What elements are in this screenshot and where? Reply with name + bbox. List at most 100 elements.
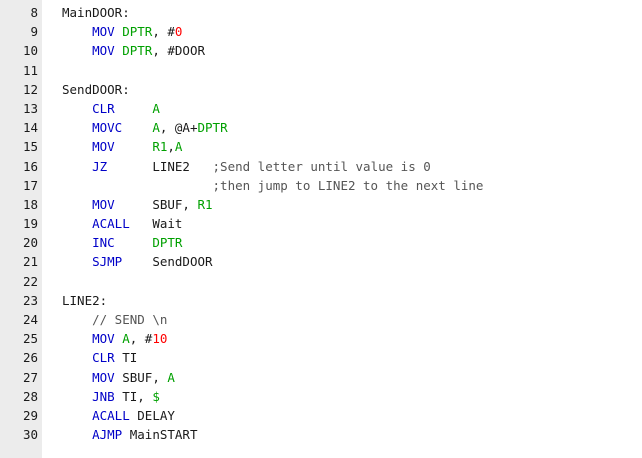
code-label: MainDOOR: (62, 5, 130, 20)
code-text: // SEND \n (62, 310, 167, 329)
code-plain (62, 197, 92, 212)
line-number: 14 (22, 120, 38, 136)
code-editor[interactable]: 8 MainDOOR: 9 MOV DPTR, #0 10 MOV DPTR, #DO… (0, 0, 642, 458)
code-plain: SendDOOR (122, 254, 213, 270)
line-number: 15 (22, 139, 38, 155)
code-plain (62, 24, 92, 39)
code-number: 10 (152, 331, 168, 347)
code-plain (62, 370, 92, 385)
code-keyword: AJMP (92, 427, 123, 443)
line-number: 29 (22, 407, 38, 423)
code-line[interactable]: 24 // SEND \n (0, 310, 642, 329)
code-plain (62, 350, 92, 365)
code-plain (62, 427, 92, 442)
code-line[interactable]: 13 CLR A (0, 99, 642, 118)
code-keyword: MOV (92, 139, 115, 155)
code-text: MOV R1,A (62, 137, 182, 156)
code-line[interactable]: 16 JZ LINE2 ;Send letter until value is … (0, 157, 642, 176)
code-line[interactable]: 12 SendDOOR: (0, 80, 642, 99)
code-plain: TI, (114, 388, 153, 404)
code-plain: , #DOOR (152, 43, 206, 59)
code-register: DPTR (197, 120, 228, 136)
line-number: 11 (22, 62, 38, 78)
code-line[interactable]: 9 MOV DPTR, #0 (0, 22, 642, 41)
line-number: 21 (22, 254, 38, 270)
line-number: 9 (30, 24, 38, 40)
code-plain: TI (114, 350, 138, 366)
code-text: INC DPTR (62, 233, 182, 252)
code-plain (62, 331, 92, 346)
line-number: 16 (22, 158, 38, 174)
code-keyword: MOVC (92, 120, 123, 136)
code-text: MOV DPTR, #DOOR (62, 41, 205, 60)
code-comment: // SEND \n (92, 312, 168, 327)
code-number: 0 (174, 24, 183, 40)
code-plain (62, 43, 92, 58)
code-keyword: MOV (92, 331, 115, 347)
code-line[interactable]: 30 AJMP MainSTART (0, 425, 642, 444)
code-plain (115, 139, 153, 154)
code-line[interactable]: 8 MainDOOR: (0, 3, 642, 22)
line-number: 19 (22, 216, 38, 232)
code-text: MOV SBUF, A (62, 368, 175, 387)
line-number: 17 (22, 177, 38, 193)
code-plain (62, 254, 92, 269)
line-number: 25 (22, 331, 38, 347)
code-keyword: MOV (92, 24, 115, 40)
code-plain (62, 101, 92, 116)
code-line[interactable]: 14 MOVC A, @A+DPTR (0, 118, 642, 137)
code-text: MOVC A, @A+DPTR (62, 118, 228, 137)
code-plain: Wait (129, 216, 183, 232)
code-register: DPTR (152, 235, 183, 251)
code-register: A (152, 100, 160, 116)
code-line[interactable]: 20 INC DPTR (0, 233, 642, 252)
code-line[interactable]: 11 (0, 61, 642, 80)
code-text: SendDOOR: (62, 80, 130, 99)
code-text: CLR TI (62, 348, 137, 367)
code-plain (62, 408, 92, 423)
code-line[interactable]: 27 MOV SBUF, A (0, 368, 642, 387)
code-line[interactable]: 28 JNB TI, $ (0, 387, 642, 406)
line-number: 20 (22, 235, 38, 251)
code-keyword: MOV (92, 43, 115, 59)
code-text: ACALL Wait (62, 214, 182, 233)
code-line[interactable]: 18 MOV SBUF, R1 (0, 195, 642, 214)
line-number: 24 (22, 312, 38, 327)
code-plain (115, 101, 153, 116)
code-label: SendDOOR: (62, 81, 130, 97)
code-line[interactable]: 22 (0, 272, 642, 291)
code-keyword: JNB (92, 388, 115, 404)
code-keyword: MOV (92, 369, 115, 385)
line-number: 22 (22, 273, 38, 289)
code-register: A (167, 369, 175, 385)
code-line[interactable]: 26 CLR TI (0, 348, 642, 367)
code-plain: , # (152, 24, 175, 40)
line-number: 26 (22, 350, 38, 366)
code-line[interactable]: 25 MOV A, #10 (0, 329, 642, 348)
code-line[interactable]: 15 MOV R1,A (0, 137, 642, 156)
code-line[interactable]: 10 MOV DPTR, #DOOR (0, 41, 642, 60)
code-keyword: SJMP (92, 254, 123, 270)
code-plain: MainSTART (122, 427, 198, 443)
code-register: R1 (197, 196, 213, 212)
code-text: SJMP SendDOOR (62, 252, 213, 271)
code-register: DPTR (122, 24, 153, 40)
line-number: 27 (22, 369, 38, 385)
code-line[interactable]: 23 LINE2: (0, 291, 642, 310)
code-register: A (174, 139, 183, 155)
code-register: A (122, 331, 130, 347)
code-line[interactable]: 17 ;then jump to LINE2 to the next line (0, 176, 642, 195)
code-register: R1 (152, 139, 168, 155)
code-line[interactable]: 19 ACALL Wait (0, 214, 642, 233)
line-number: 10 (22, 43, 38, 59)
code-plain: , # (129, 331, 153, 347)
code-comment: ;then jump to LINE2 to the next line (212, 177, 484, 193)
code-line[interactable]: 29 ACALL DELAY (0, 406, 642, 425)
code-keyword: MOV (92, 196, 115, 212)
code-plain: SBUF, (114, 369, 168, 385)
code-text: MOV A, #10 (62, 329, 167, 348)
code-line[interactable]: 21 SJMP SendDOOR (0, 252, 642, 271)
code-text: MOV DPTR, #0 (62, 22, 182, 41)
code-plain (62, 235, 92, 250)
code-text: ACALL DELAY (62, 406, 175, 425)
